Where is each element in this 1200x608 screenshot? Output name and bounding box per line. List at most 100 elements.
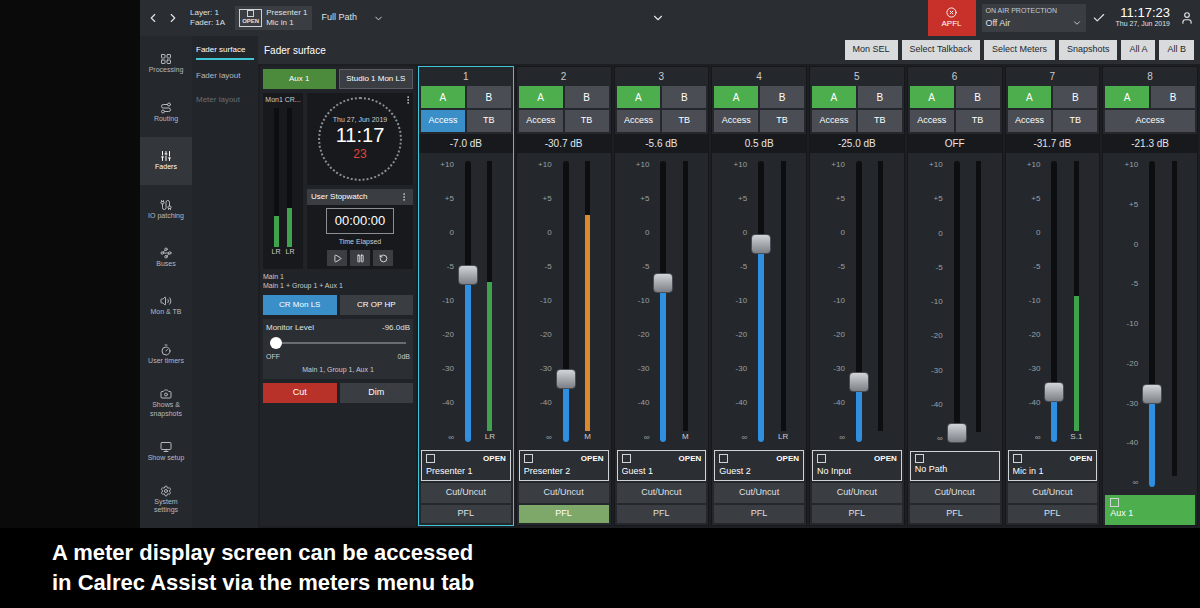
channel-label[interactable]: OPENGuest 2 [714, 450, 804, 482]
talkback-button[interactable]: TB [956, 110, 1000, 132]
path-b-button[interactable]: B [1151, 86, 1195, 108]
access-button[interactable]: Access [617, 110, 661, 132]
path-info[interactable]: OPENPresenter 1Mic in 1 [235, 6, 311, 30]
path-a-button[interactable]: A [1105, 86, 1149, 108]
back-icon[interactable] [146, 11, 160, 25]
fader-cap[interactable] [556, 369, 576, 389]
pfl-button[interactable]: PFL [1008, 505, 1098, 523]
path-a-button[interactable]: A [519, 86, 563, 108]
subnav-item[interactable]: Fader layout [196, 70, 254, 84]
forward-icon[interactable] [166, 11, 180, 25]
fader-cap[interactable] [751, 234, 771, 254]
toolbar-button[interactable]: All B [1159, 40, 1194, 60]
pfl-button[interactable]: PFL [617, 505, 707, 523]
access-button[interactable]: Access [812, 110, 856, 132]
path-a-button[interactable]: A [910, 86, 954, 108]
toolbar-button[interactable]: Select Meters [984, 40, 1055, 60]
pause-button[interactable] [350, 250, 370, 266]
cut-button[interactable]: Cut/Uncut [910, 483, 1000, 503]
channel-label[interactable]: OPENGuest 1 [617, 450, 707, 482]
subnav-item[interactable]: Fader surface [196, 44, 254, 60]
fader-cap[interactable] [458, 265, 478, 285]
path-b-button[interactable]: B [858, 86, 902, 108]
channel-label[interactable]: OPENMic in 1 [1008, 450, 1098, 482]
cut-button[interactable]: Cut/Uncut [617, 483, 707, 503]
channel-label[interactable]: No Path [910, 451, 1000, 481]
toolbar-button[interactable]: All A [1121, 40, 1155, 60]
cut-button[interactable]: Cut/Uncut [1008, 483, 1098, 503]
talkback-button[interactable]: TB [467, 110, 511, 132]
monitor-output-button[interactable]: CR OP HP [340, 295, 414, 315]
sidebar-item[interactable]: User timers [140, 330, 192, 378]
talkback-button[interactable]: TB [662, 110, 706, 132]
apfl-button[interactable]: APFL [928, 0, 976, 36]
play-button[interactable] [327, 250, 347, 266]
pfl-button[interactable]: PFL [714, 505, 804, 523]
channel-label[interactable]: OPENPresenter 1 [421, 450, 511, 482]
toolbar-button[interactable]: Select Talkback [902, 40, 980, 60]
monitor-source-button[interactable]: Aux 1 [263, 69, 336, 89]
fader[interactable] [555, 161, 577, 442]
confirm-icon[interactable] [1092, 11, 1106, 25]
sidebar-item[interactable]: IO patching [140, 185, 192, 233]
sidebar-item[interactable]: Show setup [140, 427, 192, 475]
cut-button[interactable]: Cut/Uncut [714, 483, 804, 503]
menu-icon[interactable] [399, 192, 409, 202]
sidebar-item[interactable]: System settings [140, 476, 192, 524]
cut-button[interactable]: Cut/Uncut [812, 483, 902, 503]
fader[interactable] [750, 161, 772, 442]
talkback-button[interactable]: TB [760, 110, 804, 132]
fader-cap[interactable] [947, 423, 967, 443]
channel-label[interactable]: Aux 1 [1105, 495, 1195, 525]
path-a-button[interactable]: A [714, 86, 758, 108]
path-b-button[interactable]: B [760, 86, 804, 108]
path-a-button[interactable]: A [617, 86, 661, 108]
sidebar-item[interactable]: Routing [140, 88, 192, 136]
access-button[interactable]: Access [1008, 110, 1052, 132]
fader-cap[interactable] [1044, 382, 1064, 402]
user-icon[interactable] [1180, 11, 1194, 25]
path-a-button[interactable]: A [1008, 86, 1052, 108]
monitor-output-button[interactable]: CR Mon LS [263, 295, 337, 315]
dim-button[interactable]: Dim [340, 383, 414, 403]
collapse-icon[interactable] [651, 11, 665, 25]
talkback-button[interactable]: TB [858, 110, 902, 132]
sidebar-item[interactable]: Mon & TB [140, 282, 192, 330]
toolbar-button[interactable]: Mon SEL [845, 40, 898, 60]
reset-button[interactable] [373, 250, 393, 266]
fader[interactable] [1043, 161, 1065, 442]
fader-cap[interactable] [849, 372, 869, 392]
view-select[interactable]: Full Path [318, 11, 389, 25]
sidebar-item[interactable]: Processing [140, 40, 192, 88]
access-button[interactable]: Access [910, 110, 954, 132]
sidebar-item[interactable]: Faders [140, 137, 192, 185]
access-button[interactable]: Access [421, 110, 465, 132]
access-button[interactable]: Access [519, 110, 563, 132]
fader[interactable] [652, 161, 674, 442]
path-b-button[interactable]: B [467, 86, 511, 108]
path-a-button[interactable]: A [421, 86, 465, 108]
fader[interactable] [457, 161, 479, 442]
sidebar-item[interactable]: Buses [140, 234, 192, 282]
path-b-button[interactable]: B [662, 86, 706, 108]
pfl-button[interactable]: PFL [812, 505, 902, 523]
pfl-button[interactable]: PFL [519, 505, 609, 523]
monitor-level-slider[interactable] [270, 337, 406, 349]
pfl-button[interactable]: PFL [910, 505, 1000, 523]
menu-icon[interactable] [403, 95, 413, 105]
toolbar-button[interactable]: Snapshots [1059, 40, 1118, 60]
fader-cap[interactable] [1142, 384, 1162, 404]
monitor-source-button[interactable]: Studio 1 Mon LS [339, 69, 414, 89]
talkback-button[interactable]: TB [565, 110, 609, 132]
pfl-button[interactable]: PFL [421, 505, 511, 523]
channel-label[interactable]: OPENNo Input [812, 450, 902, 482]
access-button[interactable]: Access [1105, 110, 1195, 132]
cut-button[interactable]: Cut/Uncut [519, 483, 609, 503]
access-button[interactable]: Access [714, 110, 758, 132]
fader[interactable] [946, 161, 968, 443]
fader-cap[interactable] [653, 273, 673, 293]
fader[interactable] [848, 161, 870, 442]
cut-button[interactable]: Cut [263, 383, 337, 403]
channel-label[interactable]: OPENPresenter 2 [519, 450, 609, 482]
path-b-button[interactable]: B [956, 86, 1000, 108]
